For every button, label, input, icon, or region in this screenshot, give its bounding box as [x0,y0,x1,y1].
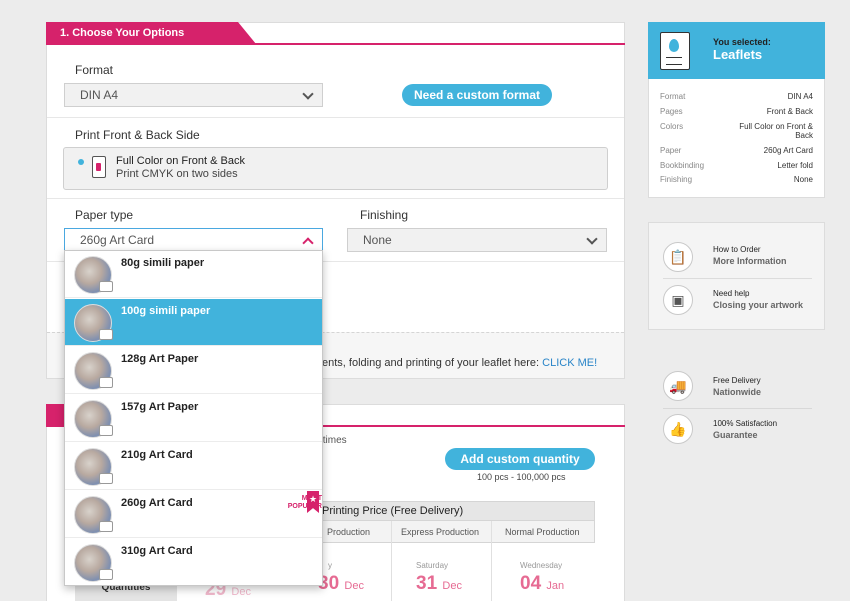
summary-value: Letter fold [777,161,813,170]
option-label: 100g simili paper [121,305,211,317]
dropdown-option[interactable]: 210g Art Card [65,443,322,490]
paper-thumbnail [74,448,113,486]
paper-type-select-value: 260g Art Card [80,233,155,247]
info-click-link[interactable]: CLICK ME! [542,357,597,369]
delivery-date-month: Dec [442,580,462,592]
divider [47,198,624,199]
paper-thumbnail [74,352,113,390]
print-option-card[interactable]: Full Color on Front & Back Print CMYK on… [63,147,608,190]
radio-selected-icon[interactable] [78,159,84,165]
delivery-date-month: Jan [546,580,565,592]
delivery-date-number: 04 [520,573,542,594]
clipboard-icon[interactable]: 📋 [663,242,693,272]
delivery-date: 04 Jan [520,573,564,595]
thumbs-up-icon: 👍 [663,414,693,444]
paper-thumbnail [74,496,113,534]
day-label: Wednesday [520,561,563,570]
add-custom-quantity-button[interactable]: Add custom quantity [445,448,595,470]
summary-key: Bookbinding [660,161,705,170]
print-document-icon [92,156,106,178]
finishing-select-value: None [363,233,392,247]
summary-value: None [793,175,813,184]
paper-type-select[interactable]: 260g Art Card [64,228,323,252]
format-label: Format [75,63,114,77]
how-to-order-title: How to Order [713,245,761,254]
summary-value: Full Color on Front & [739,122,813,131]
satisfaction-subtitle: Guarantee [713,430,758,440]
need-help-title: Need help [713,289,750,298]
print-option-subtitle: Print CMYK on two sides [116,168,238,180]
paper-thumbnail [74,256,113,294]
info-text-body: ents, folding and printing of your leafl… [322,357,543,369]
delivery-date-number: 31 [416,573,438,594]
leaflet-document-icon [660,32,690,70]
summary-value: DIN A4 [787,92,813,101]
print-option-title: Full Color on Front & Back [116,155,245,167]
price-table-header: Printing Price (Free Delivery) [300,501,595,521]
summary-key: Paper [660,146,682,155]
truck-icon: 🚚 [663,371,693,401]
col-production: Production [327,527,371,537]
format-select-value: DIN A4 [80,88,119,102]
divider [663,408,812,409]
col-normal-production: Normal Production [505,527,580,537]
paper-type-label: Paper type [75,208,134,222]
free-delivery-title: Free Delivery [713,376,761,385]
col-express-production: Express Production [401,527,480,537]
quantity-range: 100 pcs - 100,000 pcs [477,472,566,482]
section-divider [46,43,625,45]
delivery-date: 30 Dec [318,573,364,595]
dropdown-option[interactable]: 260g Art Card MOST POPULAR ★ [65,491,322,538]
option-label: 260g Art Card [121,497,193,509]
dropdown-option[interactable]: 80g simili paper [65,251,322,298]
info-text: ents, folding and printing of your leafl… [322,357,597,369]
section-title: 1. Choose Your Options [46,22,256,44]
closing-artwork-link[interactable]: Closing your artwork [713,300,803,310]
satisfaction-title: 100% Satisfaction [713,419,778,428]
summary-key: Colors [660,122,684,131]
summary-value: Back [795,131,813,140]
summary-heading: You selected: [713,37,771,47]
price-table-columns: Production Express Production Normal Pro… [300,521,595,543]
format-select[interactable]: DIN A4 [64,83,323,107]
chevron-up-icon [302,237,314,249]
summary-value: 260g Art Card [763,146,813,155]
divider [491,521,492,601]
option-label: 310g Art Card [121,545,193,557]
summary-value: Front & Back [766,107,813,116]
option-label: 128g Art Paper [121,353,199,365]
more-information-link[interactable]: More Information [713,256,787,266]
paper-thumbnail [74,304,113,342]
chevron-down-icon [302,88,314,100]
paper-thumbnail [74,400,113,438]
finishing-label: Finishing [360,208,409,222]
summary-key: Finishing [660,175,693,184]
dropdown-option-selected[interactable]: 100g simili paper [65,299,322,346]
finishing-select[interactable]: None [347,228,607,252]
divider [663,278,812,279]
dropdown-option[interactable]: 310g Art Card [65,539,322,585]
summary-product: Leaflets [713,47,763,62]
day-label: Saturday [416,561,449,570]
delivery-date-month: Dec [231,586,251,598]
delivery-date-month: Dec [344,580,364,592]
dropdown-option[interactable]: 128g Art Paper [65,347,322,394]
paper-thumbnail [74,544,113,582]
divider [47,117,624,118]
divider [391,521,392,601]
option-label: 157g Art Paper [121,401,199,413]
print-sides-label: Print Front & Back Side [75,128,200,142]
chevron-down-icon [586,233,598,245]
custom-format-button[interactable]: Need a custom format [402,84,552,106]
day-label: y [328,561,332,570]
summary-key: Format [660,92,686,101]
artwork-icon[interactable]: ▣ [663,285,693,315]
summary-key: Pages [660,107,683,116]
delivery-date: 31 Dec [416,573,462,595]
option-label: 210g Art Card [121,449,193,461]
option-label: 80g simili paper [121,257,205,269]
paper-type-dropdown[interactable]: 80g simili paper 100g simili paper 128g … [64,250,323,586]
free-delivery-subtitle: Nationwide [713,387,762,397]
dropdown-option[interactable]: 157g Art Paper [65,395,322,442]
